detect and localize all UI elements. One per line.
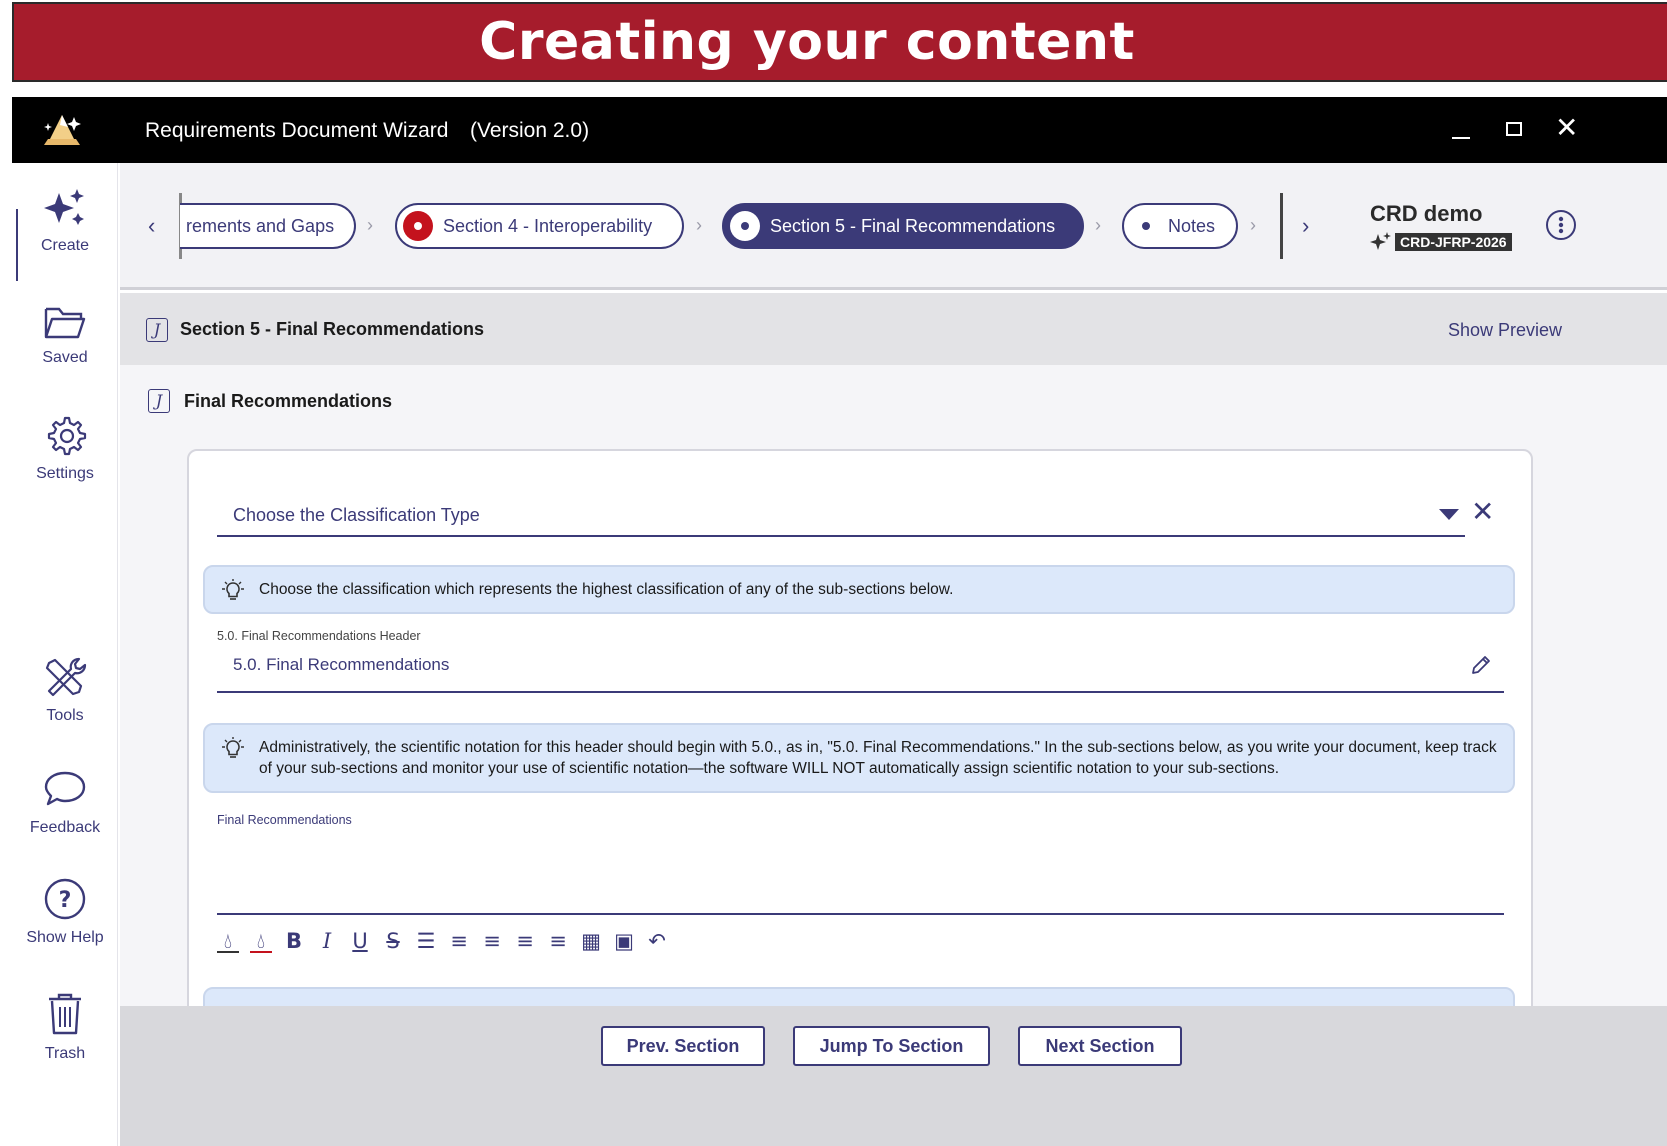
section-header: J Section 5 - Final Recommendations Show… (120, 293, 1667, 365)
maximize-button[interactable] (1506, 122, 1522, 136)
body-field-label: Final Recommendations (217, 813, 352, 827)
pencil-icon[interactable] (1469, 655, 1491, 677)
hint-text: Choose the classification which represen… (259, 581, 954, 598)
classification-select[interactable]: Choose the Classification Type (217, 501, 1465, 537)
section-content: J Final Recommendations Choose the Class… (120, 365, 1667, 1049)
more-options-button[interactable] (1546, 210, 1576, 240)
sidebar-item-label: Tools (46, 707, 84, 724)
window-title: Requirements Document Wizard (145, 119, 449, 142)
tools-icon (45, 657, 87, 697)
sparkle-icon (1370, 232, 1391, 250)
step-label: rements and Gaps (186, 215, 335, 236)
align-left-icon[interactable]: ≡ (481, 929, 503, 953)
sidebar-item-feedback[interactable]: Feedback (12, 769, 118, 837)
section-title: Section 5 - Final Recommendations (180, 319, 485, 339)
subsection-title: Final Recommendations (184, 391, 393, 411)
text-color-icon[interactable]: 💧︎ (217, 929, 239, 953)
final-recommendations-editor[interactable] (217, 831, 1504, 915)
highlight-color-icon[interactable]: 💧︎ (250, 929, 272, 953)
underline-icon[interactable]: U (349, 929, 371, 953)
next-section-button[interactable]: Next Section (1018, 1026, 1182, 1066)
chevron-right-icon: › (696, 215, 702, 235)
header-field-label: 5.0. Final Recommendations Header (217, 629, 421, 643)
form-card: Choose the Classification Type ✕ Choose … (187, 449, 1533, 1049)
wizard-hat-logo-icon (44, 115, 81, 145)
chevron-right-icon: › (1095, 215, 1101, 235)
image-icon[interactable]: ▣ (613, 929, 635, 953)
step-requirements-and-gaps[interactable]: rements and Gaps (180, 203, 356, 249)
sidebar-item-create[interactable]: Create (12, 187, 118, 281)
sidebar: Create Saved Settings Tools Feedback ? S… (12, 163, 118, 1146)
section-stepper: ‹ rements and Gaps › Section 4 - Interop… (120, 163, 1667, 290)
align-center-icon[interactable]: ≡ (514, 929, 536, 953)
bold-icon[interactable]: B (283, 929, 305, 953)
strikethrough-icon[interactable]: S (382, 929, 404, 953)
project-name: CRD demo (1370, 201, 1483, 226)
svg-text:?: ? (59, 888, 72, 913)
lightbulb-icon (222, 579, 244, 600)
project-id-badge: CRD-JFRP-2026 (1395, 233, 1512, 251)
numbered-list-icon[interactable]: ≡ (448, 929, 470, 953)
more-vertical-icon (1558, 216, 1564, 234)
minimize-button[interactable] (1452, 115, 1470, 139)
classification-placeholder: Choose the Classification Type (233, 505, 480, 525)
window-titlebar: Requirements Document Wizard (Version 2.… (12, 97, 1667, 163)
sidebar-item-show-help[interactable]: ? Show Help (12, 877, 118, 947)
show-preview-link[interactable]: Show Preview (1448, 320, 1562, 341)
current-dot-icon (730, 211, 760, 241)
step-section-4[interactable]: Section 4 - Interoperability (395, 203, 684, 249)
section-icon: J (146, 318, 168, 342)
chevron-right-icon: › (367, 215, 373, 235)
step-label: Section 5 - Final Recommendations (770, 215, 1056, 236)
header-field[interactable]: 5.0. Final Recommendations (217, 655, 1504, 693)
step-notes[interactable]: Notes (1122, 203, 1238, 249)
clear-selection-icon[interactable]: ✕ (1471, 495, 1494, 528)
close-window-button[interactable]: ✕ (1555, 111, 1578, 144)
table-icon[interactable]: ▦ (580, 929, 602, 953)
chevron-right-icon: › (1250, 215, 1256, 235)
sidebar-item-label: Saved (42, 349, 88, 366)
gear-icon (47, 416, 87, 456)
header-hint: Administratively, the scientific notatio… (203, 723, 1515, 793)
chat-bubble-icon (44, 771, 86, 806)
sidebar-item-settings[interactable]: Settings (12, 415, 118, 483)
align-right-icon[interactable]: ≡ (547, 929, 569, 953)
lightbulb-icon (222, 737, 244, 758)
sidebar-item-label: Trash (44, 1045, 86, 1062)
subsection-icon: J (148, 389, 170, 413)
classification-hint: Choose the classification which represen… (203, 565, 1515, 614)
undo-icon[interactable]: ↶ (646, 929, 668, 953)
sidebar-item-label: Show Help (26, 929, 104, 946)
jump-to-section-button[interactable]: Jump To Section (793, 1026, 990, 1066)
folder-icon (44, 307, 86, 339)
editor-toolbar: 💧︎ 💧︎ B I U S ☰ ≡ ≡ ≡ ≡ ▦ ▣ ↶ (217, 929, 668, 953)
sidebar-item-trash[interactable]: Trash (12, 991, 118, 1063)
dropdown-caret-icon[interactable] (1439, 509, 1459, 520)
sidebar-item-label: Settings (36, 465, 94, 482)
step-label: Notes (1168, 215, 1216, 236)
page-banner: Creating your content (12, 2, 1667, 82)
sidebar-item-tools[interactable]: Tools (12, 655, 118, 725)
help-icon: ? (44, 878, 86, 920)
header-field-value: 5.0. Final Recommendations (233, 655, 450, 674)
stepper-right-divider (1280, 193, 1283, 259)
step-section-5[interactable]: Section 5 - Final Recommendations (722, 203, 1084, 249)
sidebar-item-label: Create (40, 237, 90, 254)
step-label: Section 4 - Interoperability (443, 215, 653, 236)
stepper-next-arrow[interactable]: › (1302, 213, 1309, 239)
sidebar-item-saved[interactable]: Saved (12, 303, 118, 367)
pending-dot-icon (1142, 222, 1150, 230)
window-version: (Version 2.0) (470, 119, 590, 142)
section-navigation-bar: Prev. Section Jump To Section Next Secti… (120, 1006, 1667, 1146)
bullet-list-icon[interactable]: ☰ (415, 929, 437, 953)
italic-icon[interactable]: I (316, 929, 338, 953)
prev-section-button[interactable]: Prev. Section (601, 1026, 765, 1066)
sidebar-item-label: Feedback (29, 819, 101, 836)
stepper-prev-arrow[interactable]: ‹ (148, 213, 155, 239)
banner-title: Creating your content (479, 12, 1135, 72)
hint-text: Administratively, the scientific notatio… (259, 739, 1497, 777)
trash-icon (49, 993, 81, 1035)
error-dot-icon (403, 211, 433, 241)
sparkle-icon (44, 189, 84, 225)
